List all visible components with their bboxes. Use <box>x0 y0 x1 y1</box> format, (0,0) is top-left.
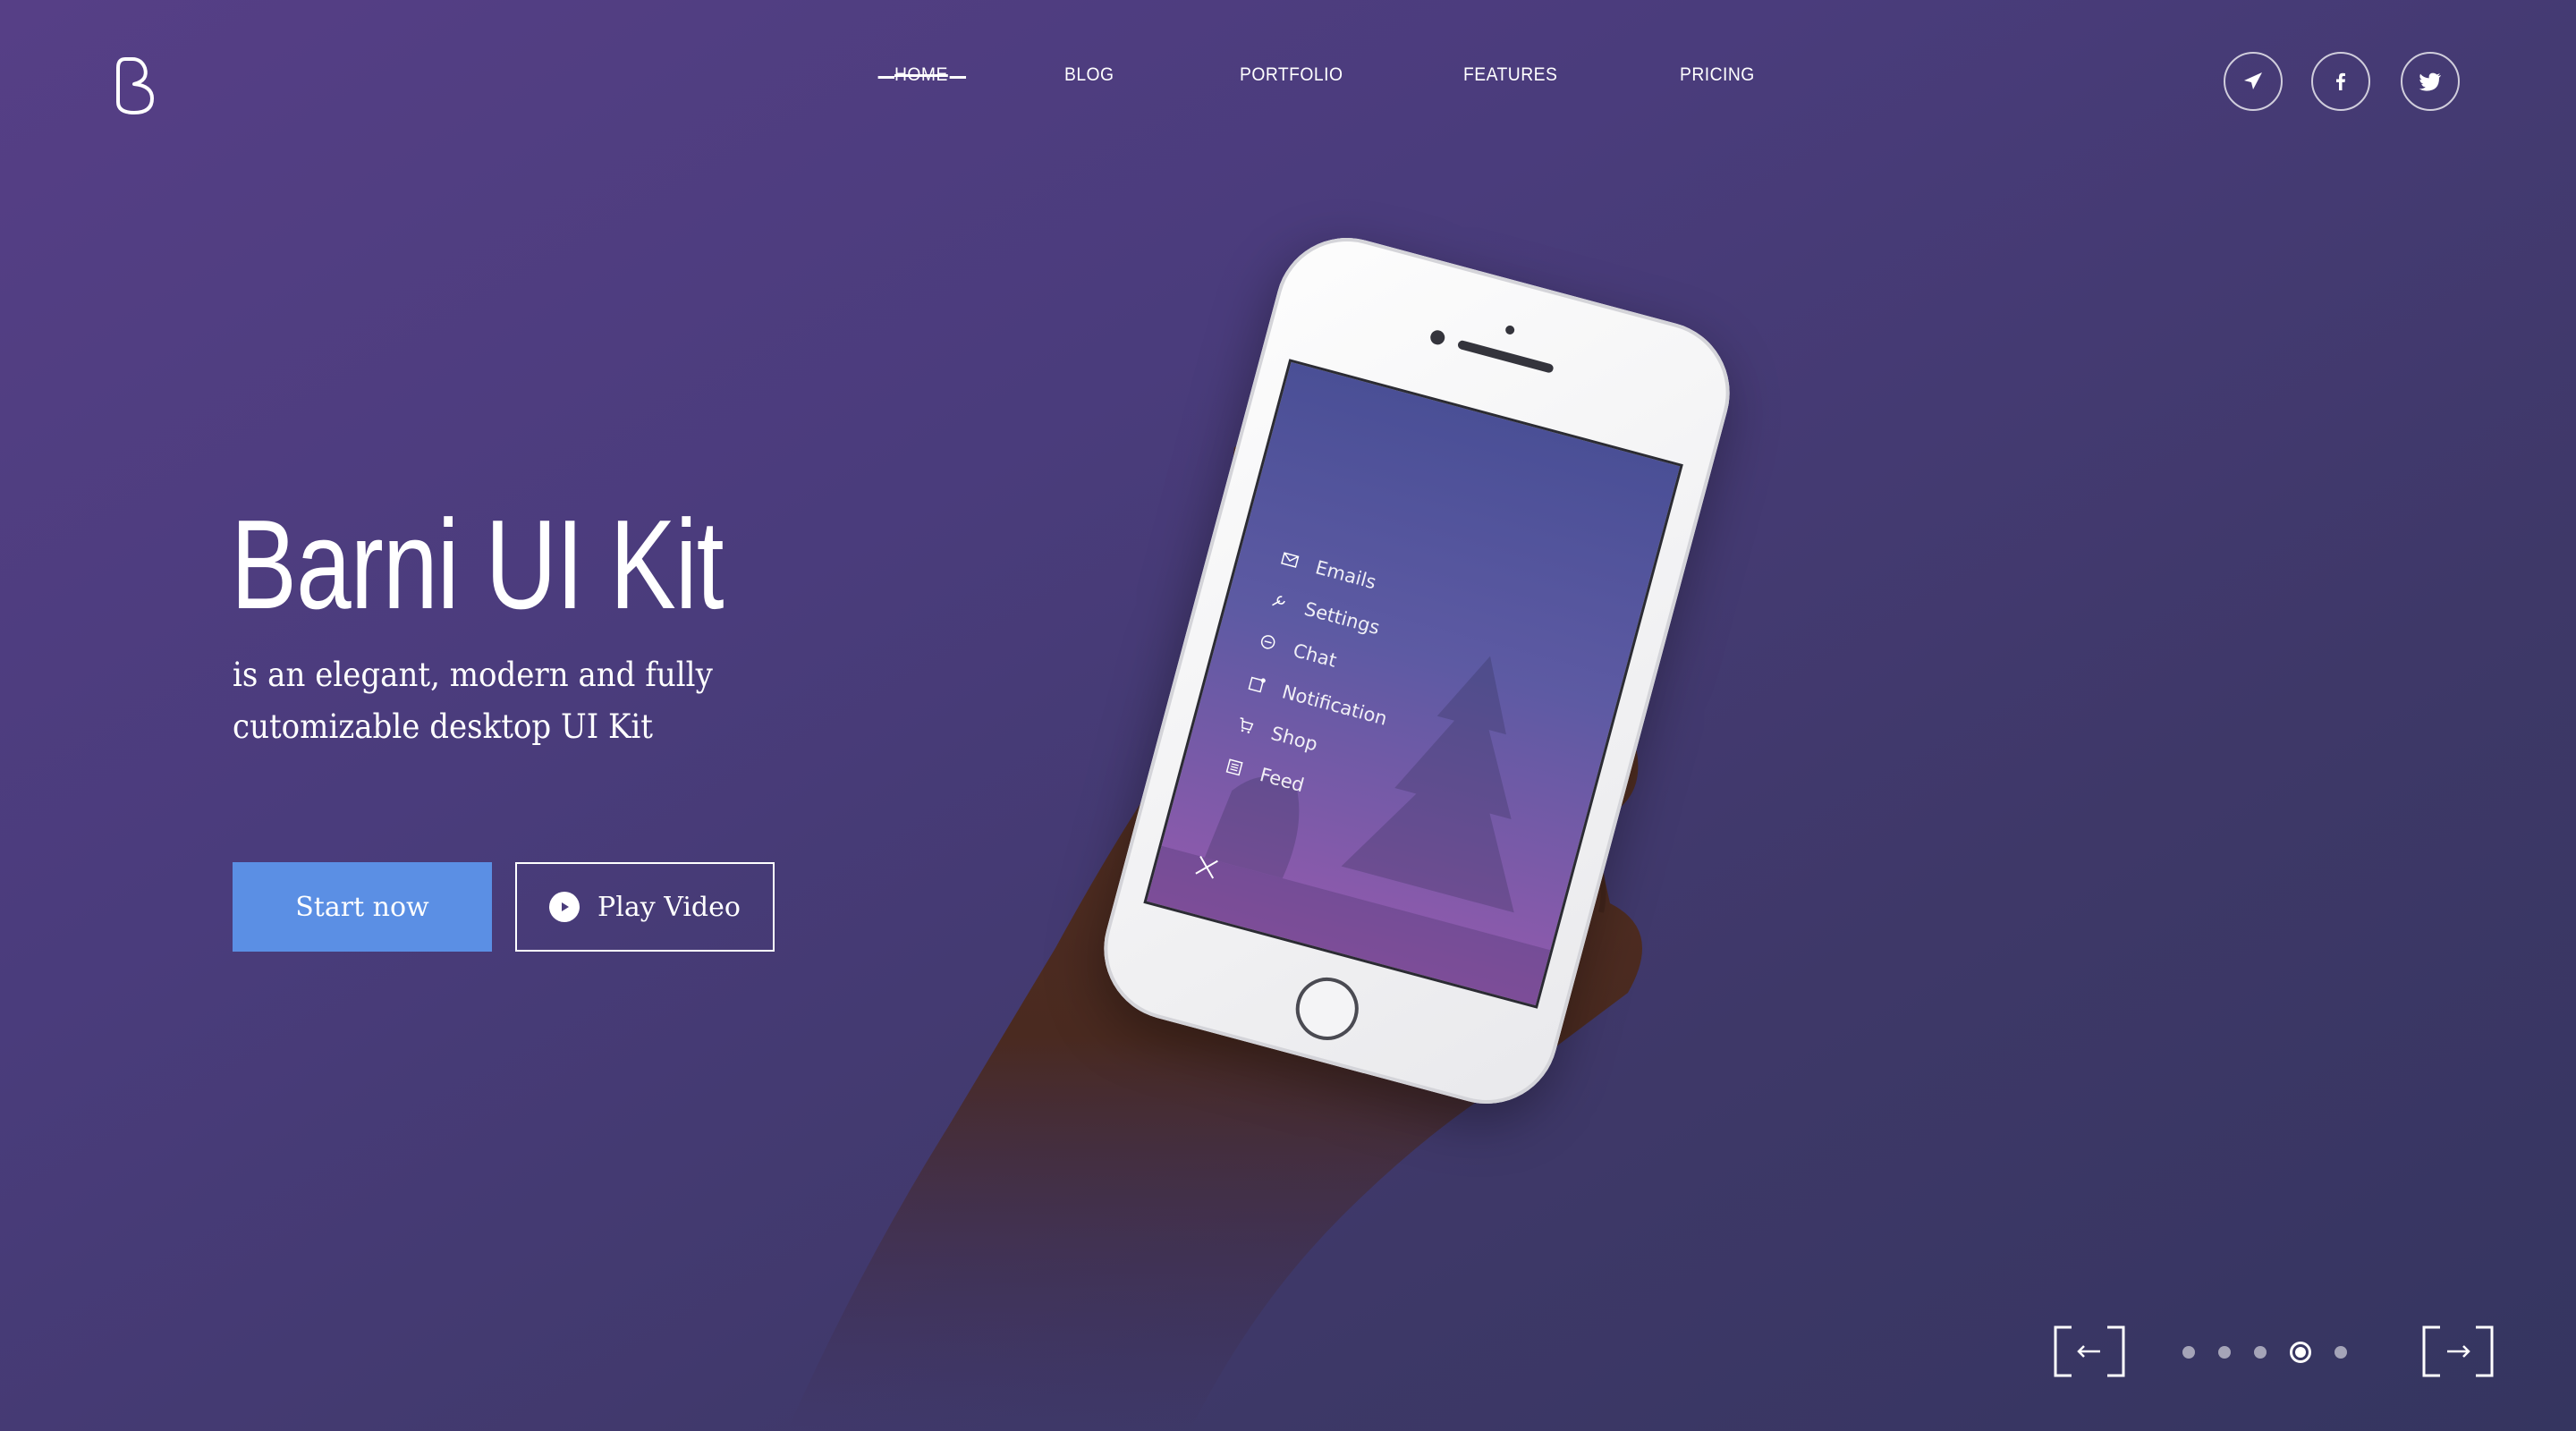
hero-subtitle-line1: is an elegant, modern and fully <box>233 656 713 694</box>
next-slide-button[interactable] <box>2422 1325 2494 1377</box>
menu-item-label: Shop <box>1268 722 1320 756</box>
phone-camera <box>1428 328 1447 347</box>
hero-subtitle-line2: cutomizable desktop UI Kit <box>233 707 653 746</box>
chat-bubble-icon <box>1257 632 1278 654</box>
telegram-icon <box>2244 72 2262 89</box>
nav-item-blog[interactable]: BLOG <box>1064 64 1114 86</box>
phone-home-button <box>1288 970 1366 1047</box>
menu-item-label: Emails <box>1313 556 1379 594</box>
play-icon <box>549 892 580 922</box>
slide-dot-4-active[interactable] <box>2290 1342 2311 1363</box>
wrench-icon <box>1268 590 1290 612</box>
slide-dot-5[interactable] <box>2334 1346 2347 1359</box>
slide-dot-1[interactable] <box>2182 1346 2195 1359</box>
hero-subtitle: is an elegant, modern and fully cutomiza… <box>233 649 809 753</box>
notification-icon <box>1246 673 1267 695</box>
slide-dot-3[interactable] <box>2254 1346 2267 1359</box>
phone-speaker <box>1456 339 1555 374</box>
phone-sensor <box>1504 324 1516 336</box>
slide-dot-2[interactable] <box>2218 1346 2231 1359</box>
start-now-button[interactable]: Start now <box>233 862 492 952</box>
nav-item-features[interactable]: FEATURES <box>1463 64 1557 86</box>
mail-icon <box>1279 549 1301 571</box>
phone-mockup: Emails Settings Chat Notification Shop F… <box>1088 222 1746 1120</box>
telegram-button[interactable] <box>2224 52 2283 111</box>
nav-item-pricing[interactable]: PRICING <box>1680 64 1755 86</box>
facebook-button[interactable] <box>2311 52 2370 111</box>
play-video-button[interactable]: Play Video <box>515 862 775 952</box>
main-nav: HOME BLOG PORTFOLIO FEATURES PRICING <box>0 64 2576 91</box>
play-video-label: Play Video <box>597 891 741 923</box>
facebook-icon <box>2336 72 2345 90</box>
menu-item-label: Feed <box>1257 764 1307 797</box>
prev-slide-button[interactable] <box>2054 1325 2125 1377</box>
twitter-icon <box>2419 72 2441 91</box>
arrow-left-icon <box>2054 1325 2125 1377</box>
nav-item-portfolio[interactable]: PORTFOLIO <box>1240 64 1343 86</box>
twitter-button[interactable] <box>2401 52 2460 111</box>
nav-item-home[interactable]: HOME <box>877 64 967 86</box>
cart-icon <box>1234 715 1256 736</box>
slide-indicator <box>2182 1342 2347 1363</box>
hero-title: Barni UI Kit <box>231 494 724 636</box>
menu-item-label: Chat <box>1291 639 1339 672</box>
phone-screen: Emails Settings Chat Notification Shop F… <box>1143 359 1683 1009</box>
feed-icon <box>1224 757 1245 778</box>
arrow-right-icon <box>2422 1325 2494 1377</box>
